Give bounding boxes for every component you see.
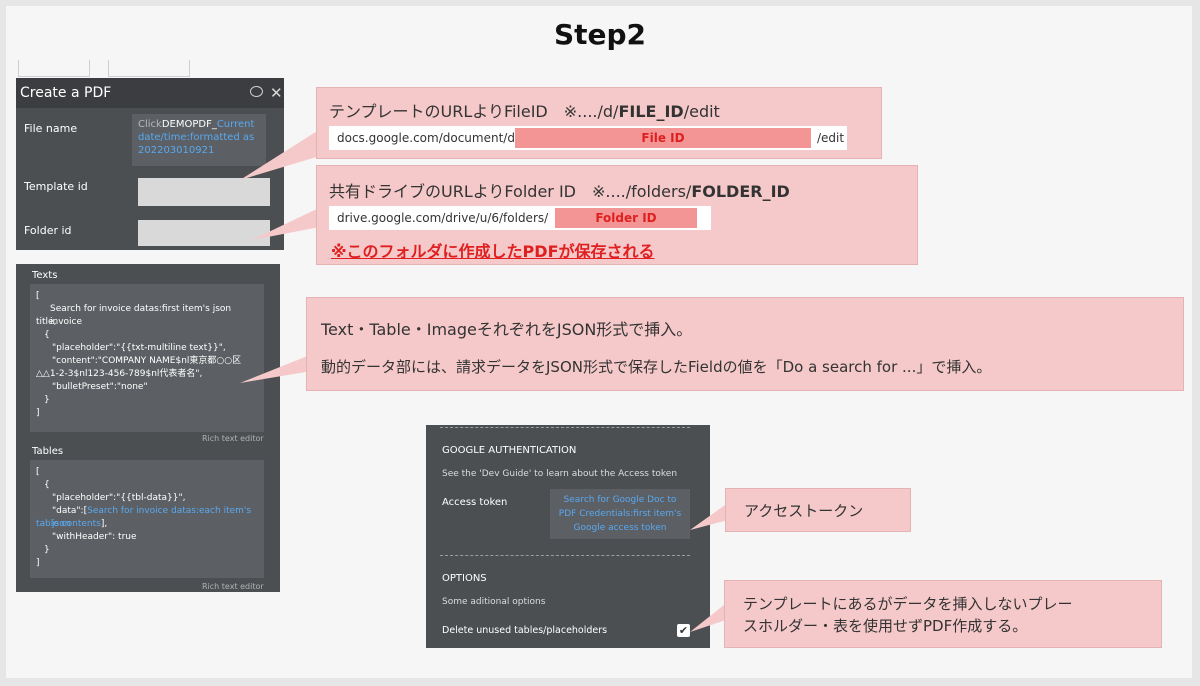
json-callout: Text・Table・ImageそれぞれをJSON形式で挿入。 動的データ部には… <box>306 297 1184 391</box>
folder-id-callout: 共有ドライブのURLよりFolder ID ※..../folders/FOLD… <box>316 165 918 265</box>
file-id-url: docs.google.com/document/d/ File ID /edi… <box>329 126 847 150</box>
folder-id-caption-bold: FOLDER_ID <box>691 182 790 201</box>
folder-id-caption: 共有ドライブのURLよりFolder ID ※..../folders/FOLD… <box>329 178 790 202</box>
file-id-caption-text: テンプレートのURLよりFileID ※..../d/ <box>329 102 619 121</box>
file-id-callout: テンプレートのURLよりFileID ※..../d/FILE_ID/edit … <box>316 87 882 159</box>
folder-id-caption-text: 共有ドライブのURLよりFolder ID ※..../folders/ <box>329 182 692 201</box>
pointer-access-token <box>690 505 728 530</box>
file-id-caption: テンプレートのURLよりFileID ※..../d/FILE_ID/edit <box>329 98 720 122</box>
json-line-2: 動的データ部には、請求データをJSON形式で保存したFieldの値を「Do a … <box>321 358 992 376</box>
file-id-caption-suffix: /edit <box>683 102 720 121</box>
unused-line-1: テンプレートにあるがデータを挿入しないプレー <box>743 595 1073 613</box>
folder-id-url: drive.google.com/drive/u/6/folders/ Fold… <box>329 206 711 230</box>
file-id-url-suffix: /edit <box>817 131 845 145</box>
file-id-highlight: File ID <box>515 128 811 148</box>
folder-id-url-prefix: drive.google.com/drive/u/6/folders/ <box>337 211 549 225</box>
json-line-1: Text・Table・ImageそれぞれをJSON形式で挿入。 <box>321 320 693 339</box>
file-id-url-prefix: docs.google.com/document/d/ <box>337 131 519 145</box>
folder-save-warning: ※このフォルダに作成したPDFが保存される <box>331 242 655 261</box>
access-token-callout-text: アクセストークン <box>744 502 864 520</box>
pointer-unused <box>690 605 726 632</box>
unused-callout: テンプレートにあるがデータを挿入しないプレー スホルダー・表を使用せずPDF作成… <box>724 580 1162 648</box>
access-token-callout: アクセストークン <box>725 488 911 532</box>
unused-line-2: スホルダー・表を使用せずPDF作成する。 <box>743 617 1028 635</box>
folder-id-highlight: Folder ID <box>555 208 697 228</box>
file-id-caption-bold: FILE_ID <box>618 102 684 121</box>
